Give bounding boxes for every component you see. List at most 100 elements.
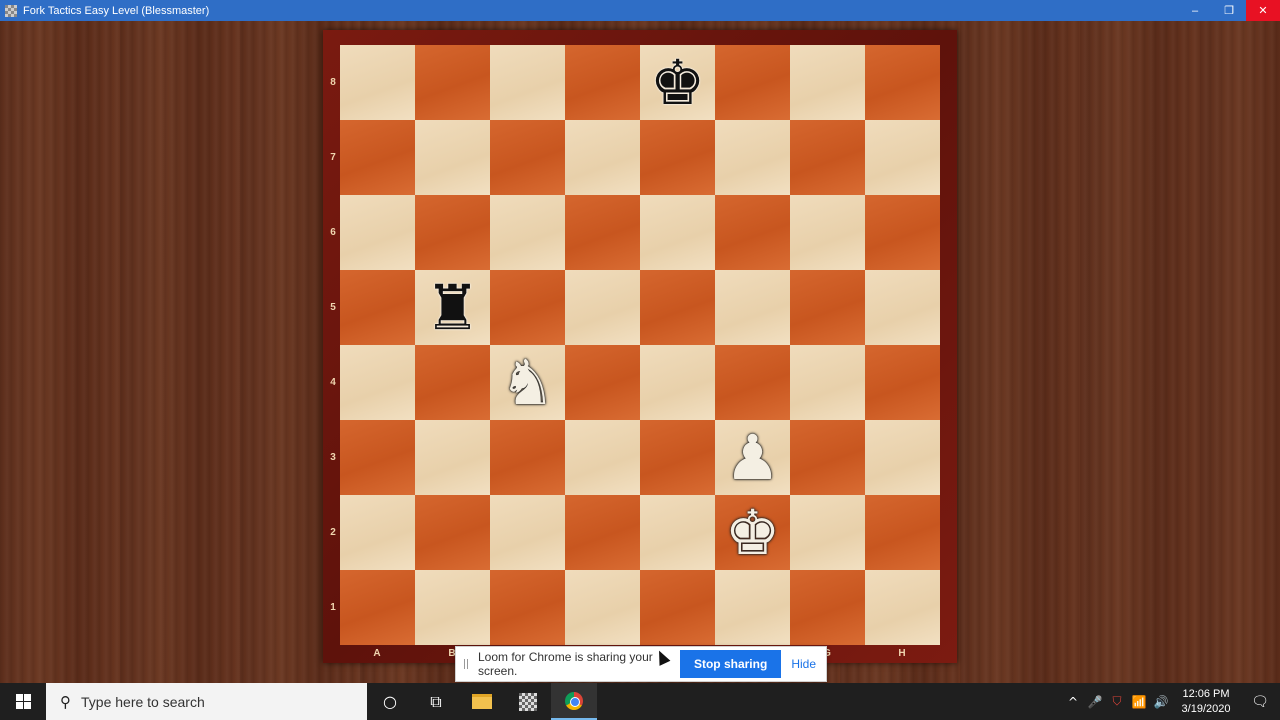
window-controls: – ❐ ✕ xyxy=(1178,0,1280,21)
system-tray: ^ 🎤 ⛉ 📶 🔊 12:06 PM 3/19/2020 🗨 xyxy=(1062,683,1280,720)
volume-icon[interactable]: 🔊 xyxy=(1150,695,1172,709)
square-b8[interactable] xyxy=(415,45,490,120)
minimize-button[interactable]: – xyxy=(1178,0,1212,21)
square-e5[interactable] xyxy=(640,270,715,345)
rank-label-4: 4 xyxy=(330,377,336,388)
file-explorer-icon[interactable] xyxy=(459,683,505,720)
square-b6[interactable] xyxy=(415,195,490,270)
square-a5[interactable] xyxy=(340,270,415,345)
square-b5[interactable]: ♜ xyxy=(415,270,490,345)
square-f2[interactable]: ♚ xyxy=(715,495,790,570)
task-view-icon[interactable]: ⧉ xyxy=(413,683,459,720)
square-h4[interactable] xyxy=(865,345,940,420)
square-c2[interactable] xyxy=(490,495,565,570)
rank-label-1: 1 xyxy=(330,602,336,613)
square-e3[interactable] xyxy=(640,420,715,495)
square-h7[interactable] xyxy=(865,120,940,195)
square-a8[interactable] xyxy=(340,45,415,120)
tray-chevron-icon[interactable]: ^ xyxy=(1062,695,1084,709)
taskbar-search[interactable]: ⚲ Type here to search xyxy=(46,683,367,720)
square-h2[interactable] xyxy=(865,495,940,570)
network-icon[interactable]: 📶 xyxy=(1128,695,1150,709)
square-d6[interactable] xyxy=(565,195,640,270)
notification-icon[interactable]: 🗨 xyxy=(1240,694,1280,710)
square-c7[interactable] xyxy=(490,120,565,195)
square-h5[interactable] xyxy=(865,270,940,345)
hide-button[interactable]: Hide xyxy=(791,657,816,671)
square-a4[interactable] xyxy=(340,345,415,420)
clock-date: 3/19/2020 xyxy=(1181,702,1231,715)
square-h1[interactable] xyxy=(865,570,940,645)
white-knight-icon[interactable]: ♞ xyxy=(500,351,556,414)
square-g2[interactable] xyxy=(790,495,865,570)
square-g1[interactable] xyxy=(790,570,865,645)
square-d8[interactable] xyxy=(565,45,640,120)
restore-button[interactable]: ❐ xyxy=(1212,0,1246,21)
square-e6[interactable] xyxy=(640,195,715,270)
square-e4[interactable] xyxy=(640,345,715,420)
square-g5[interactable] xyxy=(790,270,865,345)
square-g7[interactable] xyxy=(790,120,865,195)
file-label-h: H xyxy=(898,648,906,659)
square-a2[interactable] xyxy=(340,495,415,570)
square-e2[interactable] xyxy=(640,495,715,570)
black-rook-icon[interactable]: ♜ xyxy=(425,276,481,339)
square-h8[interactable] xyxy=(865,45,940,120)
black-king-icon[interactable]: ♚ xyxy=(650,51,706,114)
cortana-icon[interactable]: ○ xyxy=(367,683,413,720)
square-c1[interactable] xyxy=(490,570,565,645)
square-f5[interactable] xyxy=(715,270,790,345)
square-f8[interactable] xyxy=(715,45,790,120)
square-c8[interactable] xyxy=(490,45,565,120)
square-h6[interactable] xyxy=(865,195,940,270)
square-f6[interactable] xyxy=(715,195,790,270)
square-a1[interactable] xyxy=(340,570,415,645)
windows-start-icon xyxy=(15,694,31,709)
square-b1[interactable] xyxy=(415,570,490,645)
square-d1[interactable] xyxy=(565,570,640,645)
square-b7[interactable] xyxy=(415,120,490,195)
square-d7[interactable] xyxy=(565,120,640,195)
square-e8[interactable]: ♚ xyxy=(640,45,715,120)
square-e7[interactable] xyxy=(640,120,715,195)
square-a7[interactable] xyxy=(340,120,415,195)
square-g4[interactable] xyxy=(790,345,865,420)
square-f7[interactable] xyxy=(715,120,790,195)
clock[interactable]: 12:06 PM 3/19/2020 xyxy=(1172,687,1240,717)
shield-icon[interactable]: ⛉ xyxy=(1106,694,1128,709)
rank-label-2: 2 xyxy=(330,527,336,538)
square-d3[interactable] xyxy=(565,420,640,495)
square-f3[interactable]: ♟ xyxy=(715,420,790,495)
chess-board[interactable]: ♚ ♜ ♞ ♟ ♚ xyxy=(340,45,940,645)
square-a3[interactable] xyxy=(340,420,415,495)
microphone-icon[interactable]: 🎤 xyxy=(1084,695,1106,709)
square-f4[interactable] xyxy=(715,345,790,420)
square-c5[interactable] xyxy=(490,270,565,345)
clock-time: 12:06 PM xyxy=(1182,687,1230,700)
white-pawn-icon[interactable]: ♟ xyxy=(725,426,781,489)
square-c4[interactable]: ♞ xyxy=(490,345,565,420)
square-d4[interactable] xyxy=(565,345,640,420)
square-e1[interactable] xyxy=(640,570,715,645)
square-d2[interactable] xyxy=(565,495,640,570)
drag-handle-icon[interactable] xyxy=(464,659,468,669)
square-d5[interactable] xyxy=(565,270,640,345)
start-button[interactable] xyxy=(0,683,46,720)
square-b4[interactable] xyxy=(415,345,490,420)
window-title: Fork Tactics Easy Level (Blessmaster) xyxy=(23,4,210,17)
stop-sharing-button[interactable]: Stop sharing xyxy=(679,650,782,678)
chrome-icon[interactable] xyxy=(551,683,597,720)
square-c6[interactable] xyxy=(490,195,565,270)
square-c3[interactable] xyxy=(490,420,565,495)
chess-app-icon[interactable] xyxy=(505,683,551,720)
square-b3[interactable] xyxy=(415,420,490,495)
square-f1[interactable] xyxy=(715,570,790,645)
square-a6[interactable] xyxy=(340,195,415,270)
white-king-icon[interactable]: ♚ xyxy=(725,501,781,564)
square-b2[interactable] xyxy=(415,495,490,570)
square-h3[interactable] xyxy=(865,420,940,495)
square-g6[interactable] xyxy=(790,195,865,270)
square-g8[interactable] xyxy=(790,45,865,120)
close-button[interactable]: ✕ xyxy=(1246,0,1280,21)
square-g3[interactable] xyxy=(790,420,865,495)
